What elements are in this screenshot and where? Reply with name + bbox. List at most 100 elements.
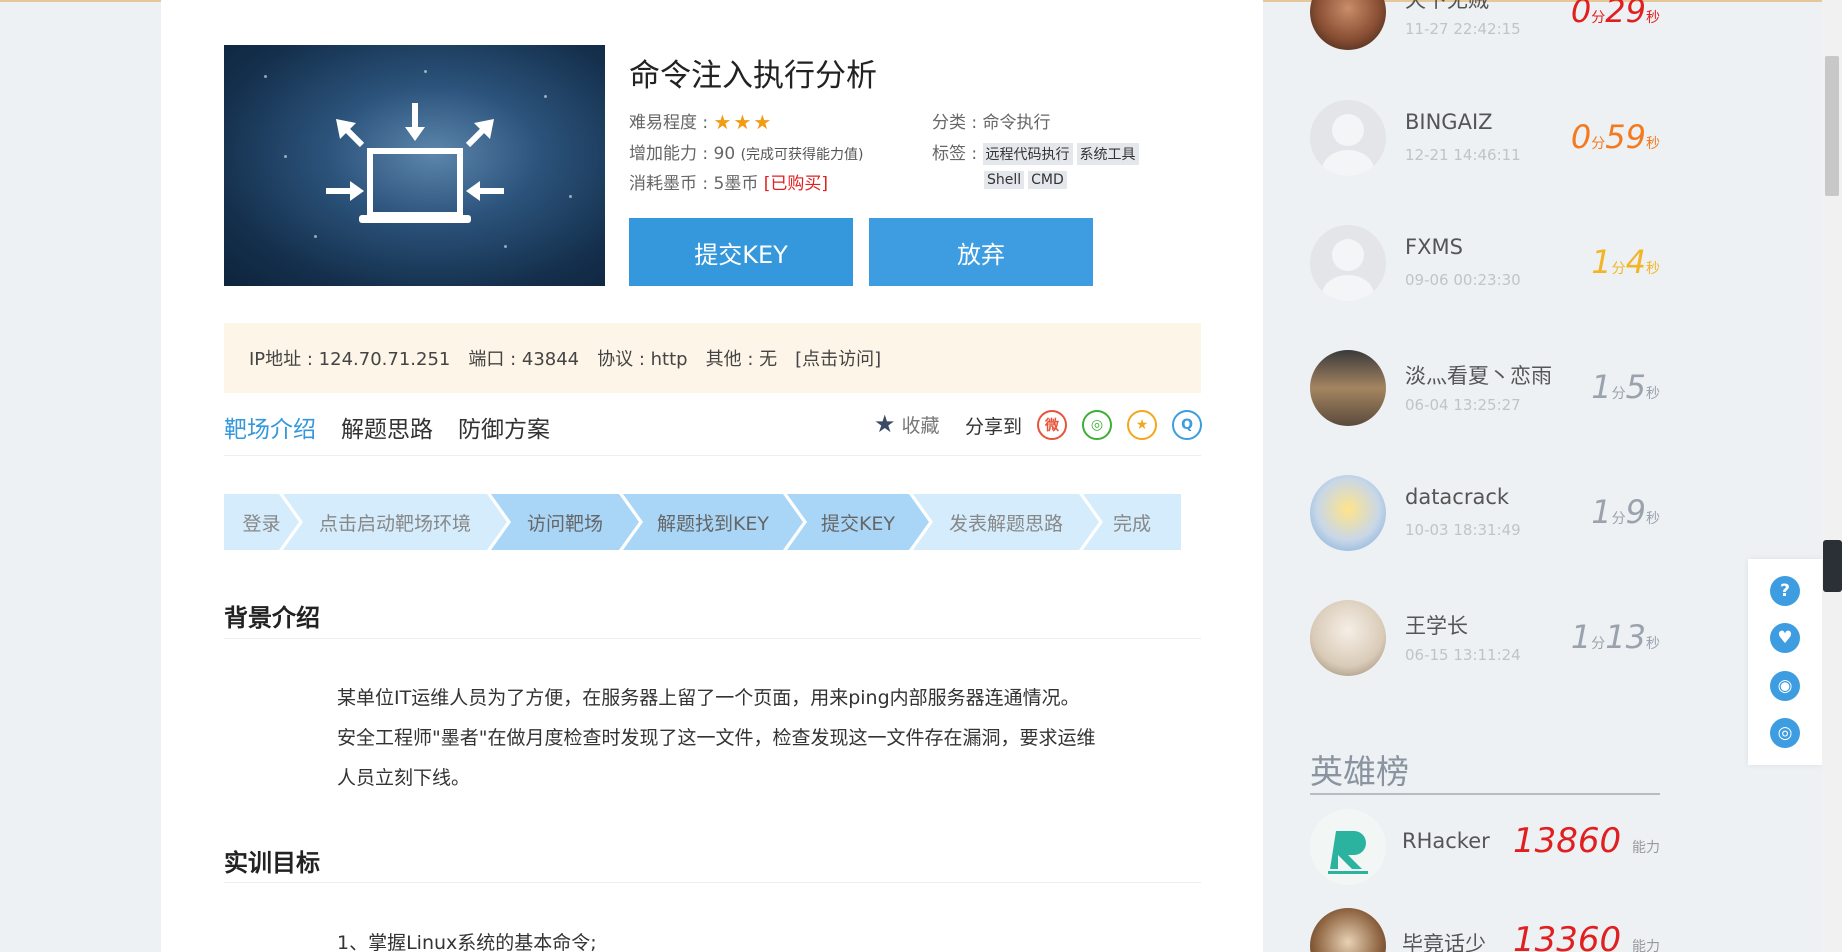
ip-address: IP地址 : 124.70.71.251 xyxy=(249,349,451,370)
qzone-icon[interactable]: ★ xyxy=(1127,410,1158,440)
other-info: 其他 : 无 xyxy=(705,349,778,370)
handshake-icon[interactable]: ♥ xyxy=(1770,623,1800,654)
step-submit-key: 提交KEY xyxy=(787,494,929,550)
step-visit-target: 访问靶场 xyxy=(491,494,639,550)
target-info-bar: IP地址 : 124.70.71.251 端口 : 43844 协议 : htt… xyxy=(224,323,1201,393)
rank-entry[interactable]: datacrack 10-03 18:31:49 1分9秒 xyxy=(1310,475,1660,555)
hero-score: 13860 能力 xyxy=(1513,821,1660,861)
hero-board-divider xyxy=(1310,793,1660,795)
rank-name: FXMS xyxy=(1405,235,1463,259)
main-content: 命令注入执行分析 难易程度 : ★★★ 增加能力 : 90 (完成可获得能力值)… xyxy=(161,0,1263,952)
rank-entry[interactable]: FXMS 09-06 00:23:30 1分4秒 xyxy=(1310,225,1660,305)
rank-entry[interactable]: 天下无贼 11-27 22:42:15 0分29秒 xyxy=(1310,0,1660,54)
rank-name: 王学长 xyxy=(1405,614,1468,638)
rank-score: 1分13秒 xyxy=(1570,618,1660,656)
tags-label: 标签 : xyxy=(932,144,983,164)
rank-time: 12-21 14:46:11 xyxy=(1405,146,1521,164)
avatar xyxy=(1310,100,1386,176)
tab-solution[interactable]: 解题思路 xyxy=(341,410,433,444)
hero-score: 13360 能力 xyxy=(1513,920,1660,952)
tags-row-2: Shell CMD xyxy=(984,169,1071,189)
category-label: 分类 : 命令执行 xyxy=(932,113,1051,133)
weibo-icon[interactable]: ◉ xyxy=(1770,670,1800,701)
hero-name: 毕竟话少 xyxy=(1402,932,1486,952)
tags-row: 标签 : 远程代码执行 系统工具 xyxy=(932,139,1143,165)
tag-shell[interactable]: Shell xyxy=(984,171,1025,189)
step-start-env: 点击启动靶场环境 xyxy=(283,494,507,550)
qq-icon[interactable]: Q xyxy=(1172,410,1203,440)
avatar xyxy=(1310,0,1386,50)
avatar xyxy=(1310,600,1386,676)
wechat-icon[interactable]: ◎ xyxy=(1082,410,1113,440)
rank-entry[interactable]: 王学长 06-15 13:11:24 1分13秒 xyxy=(1310,600,1660,680)
difficulty-row: 难易程度 : ★★★ xyxy=(629,108,773,134)
help-icon[interactable]: ? xyxy=(1770,575,1800,606)
ability-row: 增加能力 : 90 (完成可获得能力值) xyxy=(629,139,864,164)
avatar xyxy=(1310,475,1386,551)
rank-name: 天下无贼 xyxy=(1405,0,1489,12)
rank-score: 1分9秒 xyxy=(1591,493,1660,531)
goal-item: 1、掌握Linux系统的基本命令; xyxy=(337,932,597,952)
tag-cmd[interactable]: CMD xyxy=(1028,171,1067,189)
side-widget[interactable] xyxy=(1823,540,1842,592)
share-label: 分享到 xyxy=(965,415,1023,438)
tab-intro[interactable]: 靶场介绍 xyxy=(224,410,316,444)
floating-toolbar: ? ♥ ◉ ◎ xyxy=(1748,559,1822,765)
rank-name: datacrack xyxy=(1405,485,1510,509)
rank-name: BINGAIZ xyxy=(1405,110,1493,134)
rank-time: 09-06 00:23:30 xyxy=(1405,271,1521,289)
difficulty-star-icons: ★★★ xyxy=(713,110,774,134)
avatar xyxy=(1310,225,1386,301)
tag-remote-code-exec[interactable]: 远程代码执行 xyxy=(982,143,1073,165)
hero-entry[interactable]: RHacker 13860 能力 xyxy=(1310,809,1660,889)
collect-label: 收藏 xyxy=(901,414,940,437)
ability-note: (完成可获得能力值) xyxy=(740,147,864,163)
submit-key-button[interactable]: 提交KEY xyxy=(629,218,853,286)
hero-name: RHacker xyxy=(1402,829,1490,853)
background-text: 某单位IT运维人员为了方便，在服务器上留了一个页面，用来ping内部服务器连通情… xyxy=(337,687,1096,789)
rank-entry[interactable]: 淡灬看夏丶恋雨 06-04 13:25:27 1分5秒 xyxy=(1310,350,1660,430)
rank-score: 0分29秒 xyxy=(1570,0,1660,30)
tabs-divider xyxy=(224,455,1201,456)
challenge-title: 命令注入执行分析 xyxy=(629,58,877,94)
port: 端口 : 43844 xyxy=(468,349,580,370)
difficulty-label: 难易程度 : xyxy=(629,113,714,133)
rank-time: 06-04 13:25:27 xyxy=(1405,396,1521,414)
challenge-cover-image xyxy=(224,45,605,286)
scrollbar-thumb[interactable] xyxy=(1825,56,1839,196)
protocol: 协议 : http xyxy=(597,349,688,370)
cost-label: 消耗墨币 : 5墨币 xyxy=(629,174,759,194)
hero-entry[interactable]: 毕竟话少 13360 能力 xyxy=(1310,908,1660,952)
give-up-button[interactable]: 放弃 xyxy=(869,218,1093,286)
step-post-solution: 发表解题思路 xyxy=(913,494,1099,550)
step-find-key: 解题找到KEY xyxy=(623,494,803,550)
tab-defense[interactable]: 防御方案 xyxy=(458,410,550,444)
background-divider xyxy=(224,638,1201,639)
rank-score: 1分5秒 xyxy=(1591,368,1660,406)
avatar xyxy=(1310,809,1386,885)
step-login: 登录 xyxy=(224,494,299,550)
rank-entry[interactable]: BINGAIZ 12-21 14:46:11 0分59秒 xyxy=(1310,100,1660,180)
rank-score: 0分59秒 xyxy=(1570,118,1660,156)
rank-time: 06-15 13:11:24 xyxy=(1405,646,1521,664)
rhacker-logo-icon xyxy=(1328,831,1368,874)
avatar xyxy=(1310,350,1386,426)
wechat-icon[interactable]: ◎ xyxy=(1770,718,1800,749)
visit-target-link[interactable]: [点击访问] xyxy=(795,345,881,371)
content-tabs: 靶场介绍 解题思路 防御方案 xyxy=(224,410,575,444)
cost-row: 消耗墨币 : 5墨币 [已购买] xyxy=(629,169,828,194)
laptop-arrows-icon xyxy=(326,103,504,223)
tag-system-tools[interactable]: 系统工具 xyxy=(1076,143,1139,165)
rank-time: 11-27 22:42:15 xyxy=(1405,20,1521,38)
goals-heading: 实训目标 xyxy=(224,849,320,877)
avatar xyxy=(1310,908,1386,952)
share-bar: 分享到 微 ◎ ★ Q xyxy=(965,410,1203,440)
ability-label: 增加能力 : 90 xyxy=(629,144,736,164)
progress-steps: 登录 点击启动靶场环境 访问靶场 解题找到KEY 提交KEY 发表解题思路 完成 xyxy=(224,494,1197,550)
weibo-icon[interactable]: 微 xyxy=(1037,410,1068,440)
collect-button[interactable]: ★ 收藏 xyxy=(874,410,940,438)
purchase-status: [已购买] xyxy=(763,174,829,194)
star-icon: ★ xyxy=(874,410,896,438)
rank-time: 10-03 18:31:49 xyxy=(1405,521,1521,539)
goals-divider xyxy=(224,882,1201,883)
